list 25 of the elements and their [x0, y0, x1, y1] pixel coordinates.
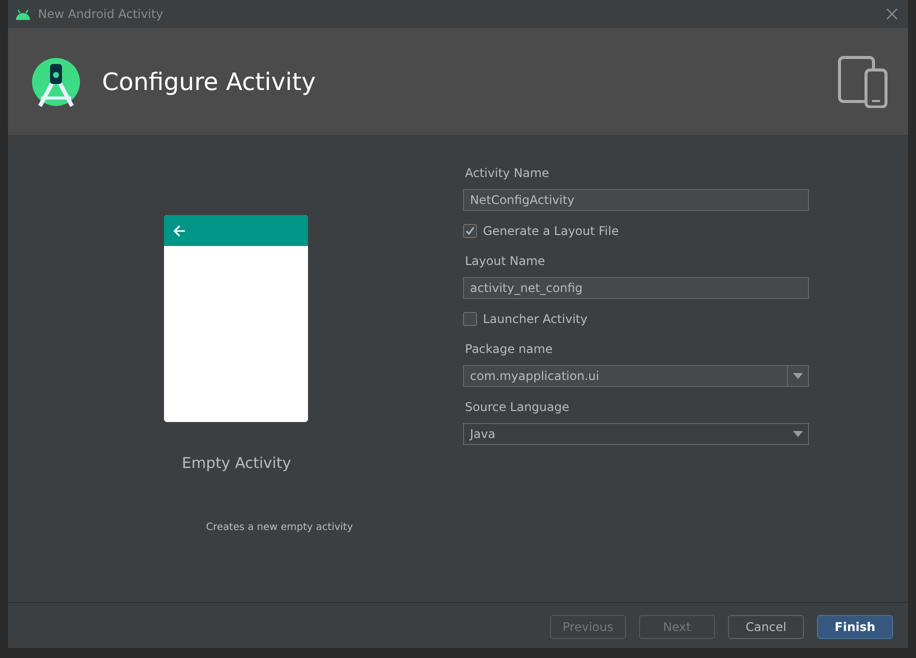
- checkbox-label: Generate a Layout File: [483, 223, 619, 239]
- caret-icon: [793, 373, 803, 379]
- checkbox[interactable]: [463, 312, 477, 326]
- field-label: Activity Name: [464, 165, 550, 181]
- text-field[interactable]: activity_net_config: [463, 277, 809, 299]
- android-icon: [15, 8, 31, 20]
- compass-logo-icon: [32, 56, 80, 108]
- combo-box[interactable]: com.myapplication.ui: [463, 365, 809, 387]
- template-name: Empty Activity: [180, 454, 292, 472]
- dropdown[interactable]: Java: [463, 423, 809, 445]
- template-description: Creates a new empty activity: [206, 522, 353, 533]
- dialog-button[interactable]: Finish: [817, 615, 893, 639]
- checkbox-label: Launcher Activity: [483, 311, 588, 327]
- field-label: Layout Name: [464, 253, 546, 269]
- devices-icon: [838, 56, 888, 108]
- field-label: Source Language: [464, 399, 570, 415]
- back-arrow-icon: [172, 224, 186, 236]
- field-label: Package name: [464, 341, 554, 357]
- caret-icon: [793, 431, 803, 437]
- close-icon[interactable]: [886, 8, 898, 20]
- text-field[interactable]: NetConfigActivity: [463, 189, 809, 211]
- dialog-heading: Configure Activity: [102, 68, 317, 96]
- checkbox[interactable]: [463, 224, 477, 238]
- window-title: New Android Activity: [38, 7, 164, 21]
- dialog-button[interactable]: Cancel: [728, 615, 804, 639]
